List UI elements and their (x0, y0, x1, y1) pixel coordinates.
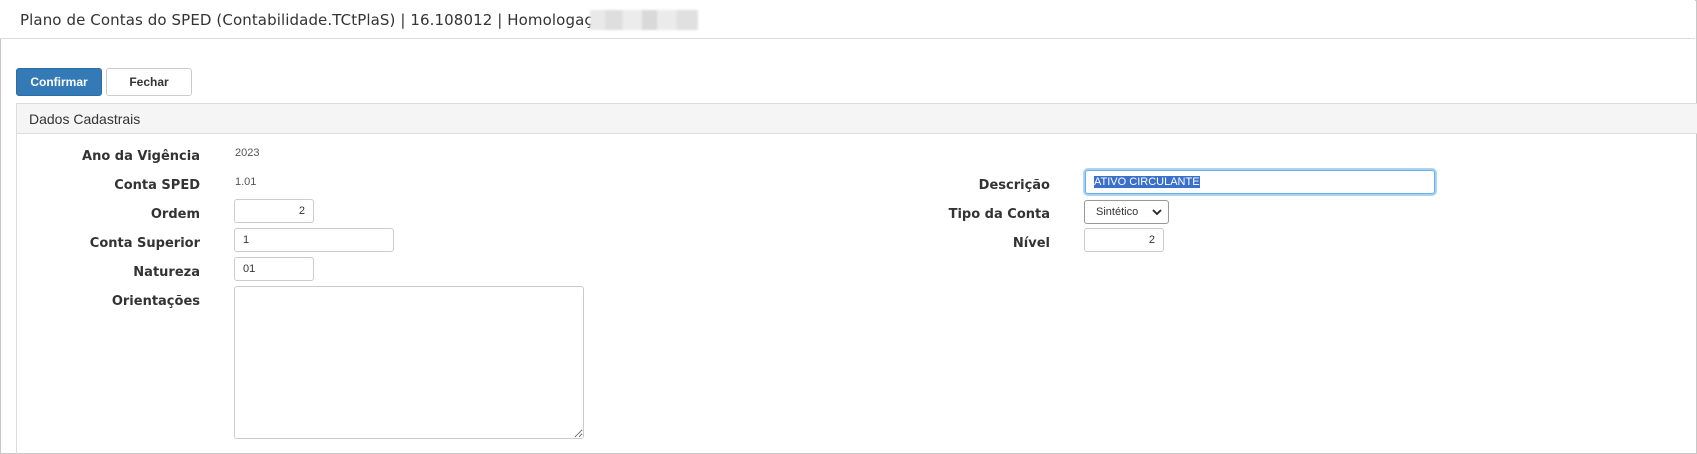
conta-sped-value: 1.01 (235, 176, 257, 188)
ordem-label: Ordem (150, 207, 200, 222)
ano-vigencia-label: Ano da Vigência (82, 149, 200, 164)
nivel-label: Nível (1012, 236, 1050, 251)
conta-superior-input[interactable] (234, 228, 394, 252)
ano-vigencia-value: 2023 (235, 147, 260, 159)
window-title: Plano de Contas do SPED (Contabilidade.T… (20, 11, 622, 29)
ordem-input[interactable] (234, 199, 314, 223)
chevron-down-icon (1152, 209, 1162, 216)
panel-heading: Dados Cadastrais (17, 104, 1697, 134)
close-button[interactable]: Fechar (106, 68, 192, 96)
descricao-selected-text: ATIVO CIRCULANTE (1094, 176, 1200, 188)
confirm-button[interactable]: Confirmar (16, 68, 102, 96)
natureza-input[interactable] (234, 257, 314, 281)
nivel-input[interactable] (1084, 228, 1164, 252)
descricao-label: Descrição (978, 178, 1050, 193)
conta-sped-label: Conta SPED (114, 178, 200, 193)
title-bar: Plano de Contas do SPED (Contabilidade.T… (0, 0, 1695, 39)
conta-superior-label: Conta Superior (89, 236, 200, 251)
tipo-conta-selected: Sintético (1096, 206, 1139, 218)
tipo-conta-label: Tipo da Conta (948, 207, 1050, 222)
tipo-conta-select[interactable]: Sintético (1084, 200, 1169, 224)
panel-title: Dados Cadastrais (29, 111, 141, 127)
orientacoes-label: Orientações (111, 294, 200, 309)
natureza-label: Natureza (133, 265, 200, 280)
descricao-input[interactable]: ATIVO CIRCULANTE (1085, 170, 1435, 194)
orientacoes-textarea[interactable] (234, 286, 584, 439)
blurred-environment-name (590, 10, 698, 30)
